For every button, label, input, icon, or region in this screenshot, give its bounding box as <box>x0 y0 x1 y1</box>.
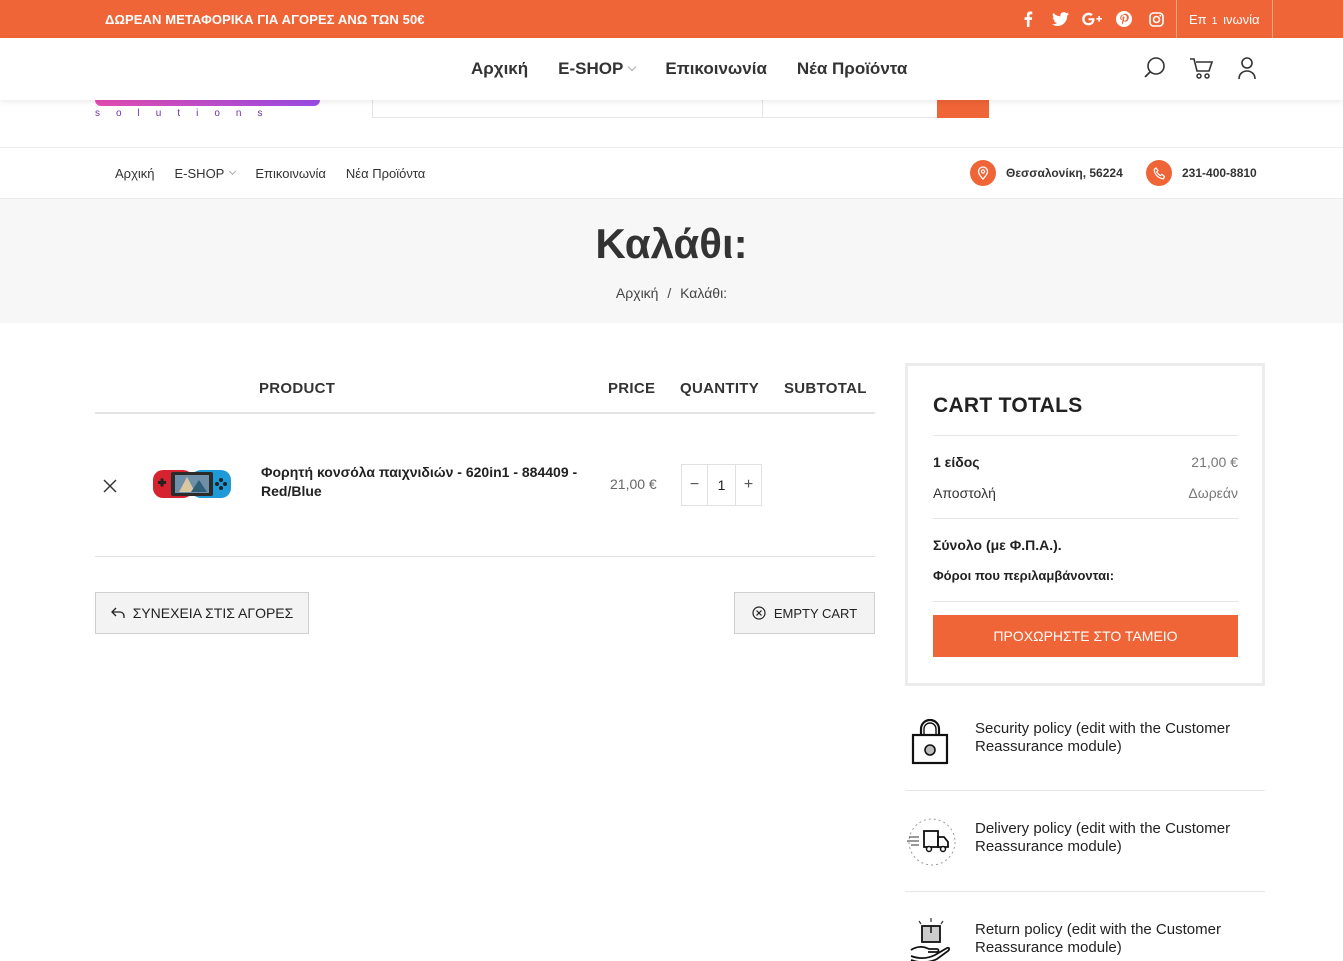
col-header-subtotal: SUBTOTAL <box>784 380 867 397</box>
top-promo-bar: ΔΩΡΕΑΝ ΜΕΤΑΦΟΡΙΚΑ ΓΙΑ ΑΓΟΡΕΣ ΑΝΩ ΤΩΝ 50€… <box>0 0 1343 38</box>
reassurance-divider <box>905 790 1265 791</box>
logo-tagline: solutions <box>95 108 279 119</box>
proceed-to-checkout-button[interactable]: ΠΡΟΧΩΡΗΣΤΕ ΣΤΟ ΤΑΜΕΙΟ <box>933 615 1238 657</box>
map-pin-icon <box>970 160 996 186</box>
quantity-stepper: − 1 + <box>681 464 762 506</box>
search-bar-peek[interactable] <box>372 100 989 118</box>
chevron-down-icon <box>628 62 637 72</box>
reassurance-return-text: Return policy (edit with the Customer Re… <box>975 921 1221 956</box>
chevron-down-icon <box>229 167 237 176</box>
items-subtotal-value: 21,00 € <box>1191 454 1238 470</box>
reassurance-security: Security policy (edit with the Customer … <box>905 715 1265 815</box>
product-thumbnail[interactable] <box>151 462 233 506</box>
cart-totals-title: CART TOTALS <box>933 394 1083 417</box>
secondary-nav-bar: Αρχική E-SHOP Επικοινωνία Νέα Προϊόντα Θ… <box>0 147 1343 199</box>
reassurance-delivery: Delivery policy (edit with the Customer … <box>905 815 1265 915</box>
breadcrumb: Αρχική / Καλάθι: <box>0 285 1343 301</box>
continue-shopping-button[interactable]: ΣΥΝΕΧΕΙΑ ΣΤΙΣ ΑΓΟΡΕΣ <box>95 592 309 634</box>
instagram-icon[interactable] <box>1146 9 1166 29</box>
breadcrumb-separator: / <box>667 285 672 301</box>
quantity-input[interactable]: 1 <box>707 465 736 505</box>
return-arrow-icon <box>110 607 125 618</box>
free-shipping-promo: ΔΩΡΕΑΝ ΜΕΤΑΦΟΡΙΚΑ ΓΙΑ ΑΓΟΡΕΣ ΑΝΩ ΤΩΝ 50€ <box>105 12 425 27</box>
store-phone: 231-400-8810 <box>1146 160 1257 186</box>
page-title-band: Καλάθι: Αρχική / Καλάθι: <box>0 199 1343 323</box>
breadcrumb-current: Καλάθι: <box>680 285 728 301</box>
page-title: Καλάθι: <box>595 220 748 267</box>
empty-cart-label: EMPTY CART <box>773 605 858 621</box>
totals-divider <box>933 601 1238 602</box>
totals-total-row: Σύνολο (με Φ.Π.Α.). <box>933 537 1238 553</box>
continue-shopping-label: ΣΥΝΕΧΕΙΑ ΣΤΙΣ ΑΓΟΡΕΣ <box>132 605 294 621</box>
cart-count-badge: 1 <box>1206 13 1223 30</box>
totals-items-row: 1 είδος 21,00 € <box>933 454 1238 470</box>
search-divider <box>762 100 763 118</box>
pinterest-icon[interactable] <box>1114 9 1134 29</box>
totals-divider <box>933 435 1238 436</box>
secnav-home[interactable]: Αρχική <box>115 166 155 181</box>
cart-totals-box: CART TOTALS 1 είδος 21,00 € Αποστολή Δωρ… <box>905 363 1265 686</box>
breadcrumb-home[interactable]: Αρχική <box>616 285 659 301</box>
col-header-price: PRICE <box>608 380 656 397</box>
social-links <box>1018 9 1166 29</box>
quantity-decrease-button[interactable]: − <box>682 465 707 505</box>
total-incl-vat-label: Σύνολο (με Φ.Π.Α.). <box>933 537 1062 553</box>
nav-eshop[interactable]: E-SHOP <box>558 59 637 79</box>
header-icons <box>1143 56 1257 85</box>
nav-contact[interactable]: Επικοινωνία <box>665 59 767 79</box>
col-header-quantity: QUANTITY <box>680 380 760 397</box>
secnav-eshop[interactable]: E-SHOP <box>174 166 237 181</box>
lock-icon <box>905 715 955 769</box>
main-nav: Αρχική E-SHOP Επικοινωνία Νέα Προϊόντα <box>471 59 907 79</box>
reassurance-security-text: Security policy (edit with the Customer … <box>975 720 1231 755</box>
cart-icon[interactable] <box>1189 56 1215 85</box>
secnav-contact[interactable]: Επικοινωνία <box>255 166 326 181</box>
table-row-divider <box>95 556 875 557</box>
nav-eshop-label: E-SHOP <box>558 59 624 78</box>
twitter-icon[interactable] <box>1050 9 1070 29</box>
shipping-label: Αποστολή <box>933 485 996 501</box>
nav-new-products[interactable]: Νέα Προϊόντα <box>797 59 907 79</box>
search-submit-button[interactable] <box>937 100 989 118</box>
secnav-eshop-label: E-SHOP <box>174 166 225 181</box>
sticky-header: Αρχική E-SHOP Επικοινωνία Νέα Προϊόντα <box>0 38 1343 100</box>
google-plus-icon[interactable] <box>1082 9 1102 29</box>
table-header-divider <box>95 412 875 414</box>
reassurance-delivery-text: Delivery policy (edit with the Customer … <box>975 820 1231 855</box>
reassurance-divider <box>905 891 1265 892</box>
product-price: 21,00 € <box>610 476 657 492</box>
remove-item-icon[interactable] <box>102 478 118 494</box>
facebook-icon[interactable] <box>1018 9 1038 29</box>
return-box-icon <box>905 916 955 961</box>
nav-home[interactable]: Αρχική <box>471 59 528 79</box>
totals-tax-row: Φόροι που περιλαμβάνονται: <box>933 568 1238 583</box>
totals-shipping-row: Αποστολή Δωρεάν <box>933 485 1238 501</box>
site-logo[interactable]: solutions <box>95 100 325 128</box>
phone-icon <box>1146 160 1172 186</box>
delivery-truck-icon <box>905 815 956 869</box>
close-circle-icon <box>752 606 766 620</box>
quantity-increase-button[interactable]: + <box>736 465 761 505</box>
secnav-new-products[interactable]: Νέα Προϊόντα <box>346 166 425 181</box>
product-name-link[interactable]: Φορητή κονσόλα παιχνιδιών - 620in1 - 884… <box>261 463 591 501</box>
secondary-nav: Αρχική E-SHOP Επικοινωνία Νέα Προϊόντα <box>115 166 425 181</box>
topbar-contact-link[interactable]: Επικοινωνία <box>1176 0 1273 38</box>
totals-divider <box>933 518 1238 519</box>
logo-wordmark-peek <box>95 100 320 106</box>
taxes-included-label: Φόροι που περιλαμβάνονται: <box>933 568 1115 583</box>
col-header-product: PRODUCT <box>259 380 336 397</box>
shipping-value: Δωρεάν <box>1188 485 1238 501</box>
reassurance-return: Return policy (edit with the Customer Re… <box>905 916 1265 961</box>
store-location: Θεσσαλονίκη, 56224 <box>970 160 1123 186</box>
phone-number[interactable]: 231-400-8810 <box>1182 166 1257 180</box>
user-account-icon[interactable] <box>1237 56 1257 85</box>
items-count-label: 1 είδος <box>933 454 980 470</box>
empty-cart-button[interactable]: EMPTY CART <box>734 592 875 634</box>
search-icon[interactable] <box>1143 56 1167 85</box>
location-text: Θεσσαλονίκη, 56224 <box>1006 166 1123 180</box>
